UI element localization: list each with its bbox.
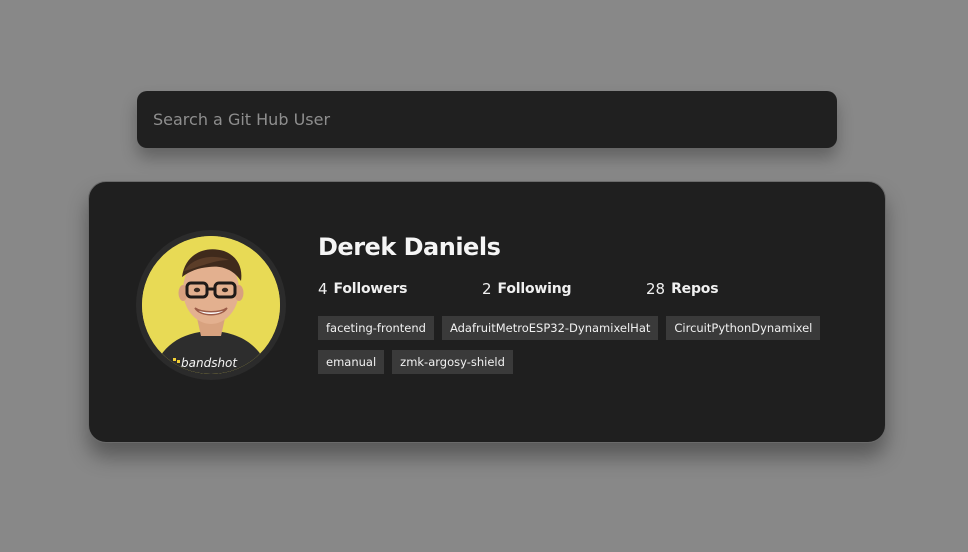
repo-tag[interactable]: emanual: [318, 350, 385, 374]
following-count: 2: [482, 280, 492, 298]
avatar: bandshot: [136, 230, 286, 380]
shirt-logo-text: bandshot: [181, 356, 238, 370]
profile-name: Derek Daniels: [318, 233, 501, 261]
following-label: Following: [497, 281, 572, 297]
repos-stat: 28 Repos: [646, 280, 810, 298]
search-box[interactable]: [137, 91, 837, 148]
user-avatar-photo-icon: bandshot: [142, 236, 280, 374]
repos-count: 28: [646, 280, 666, 298]
profile-stats: 4 Followers 2 Following 28 Repos: [318, 280, 838, 298]
repos-label: Repos: [671, 281, 719, 297]
profile-info: Derek Daniels 4 Followers 2 Following 28…: [318, 230, 838, 374]
repo-tag[interactable]: faceting-frontend: [318, 316, 434, 340]
search-input[interactable]: [153, 91, 821, 148]
repo-list: faceting-frontend AdafruitMetroESP32-Dyn…: [318, 316, 838, 374]
followers-count: 4: [318, 280, 328, 298]
repo-tag[interactable]: CircuitPythonDynamixel: [666, 316, 821, 340]
followers-label: Followers: [333, 281, 408, 297]
followers-stat: 4 Followers: [318, 280, 482, 298]
following-stat: 2 Following: [482, 280, 646, 298]
repo-tag[interactable]: zmk-argosy-shield: [392, 350, 513, 374]
repo-tag[interactable]: AdafruitMetroESP32-DynamixelHat: [441, 316, 659, 340]
profile-card: bandshot Derek Daniels 4 Followers 2 Fol…: [88, 181, 886, 443]
